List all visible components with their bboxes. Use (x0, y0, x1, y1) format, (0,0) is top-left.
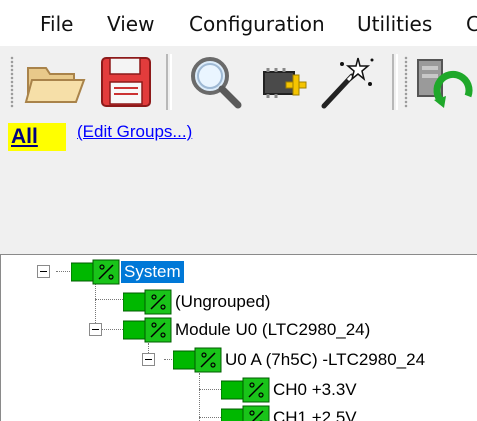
tree-connector (199, 373, 200, 421)
tree-connector (199, 417, 223, 418)
tree-node-system[interactable]: System (121, 261, 184, 283)
menu-bar: File View Configuration Utilities C (0, 0, 477, 46)
add-chip-icon[interactable] (256, 52, 312, 112)
menu-view[interactable]: View (107, 12, 154, 36)
tree-node-ungrouped[interactable]: (Ungrouped) (175, 291, 270, 313)
device-node-icon (173, 347, 222, 373)
menu-utilities[interactable]: Utilities (357, 12, 432, 36)
edit-groups-link[interactable]: (Edit Groups...) (77, 122, 192, 142)
device-node-icon (123, 317, 172, 343)
save-disk-icon[interactable] (96, 52, 158, 112)
expander-device[interactable] (142, 353, 155, 366)
channel-node-icon (221, 405, 270, 421)
toolbar-separator (392, 54, 398, 110)
channel-node-icon (221, 377, 270, 403)
tree-connector (199, 389, 223, 390)
tree-connector (95, 299, 123, 300)
tree-node-ch1[interactable]: CH1 +2.5V (273, 407, 357, 421)
refresh-connect-icon[interactable] (412, 52, 477, 112)
expander-module[interactable] (89, 323, 102, 336)
tree-node-module[interactable]: Module U0 (LTC2980_24) (175, 319, 370, 341)
expander-system[interactable] (37, 265, 50, 278)
device-tree: System (Ungrouped) Module U0 (LTC2980_24… (0, 254, 477, 421)
open-folder-icon[interactable] (22, 52, 92, 112)
tree-node-device[interactable]: U0 A (7h5C) -LTC2980_24 (225, 349, 425, 371)
tree-connector (95, 281, 96, 323)
toolbar-grip[interactable] (404, 56, 408, 108)
toolbar-grip[interactable] (10, 56, 14, 108)
tree-node-ch0[interactable]: CH0 +3.3V (273, 379, 357, 401)
toolbar-separator (166, 54, 172, 110)
magic-wand-icon[interactable] (316, 52, 378, 112)
all-group-button[interactable]: All (8, 123, 66, 151)
menu-configuration[interactable]: Configuration (189, 12, 325, 36)
groups-panel: All (Edit Groups...) (0, 118, 477, 254)
menu-partial[interactable]: C (466, 12, 477, 36)
magnifier-icon[interactable] (184, 52, 248, 112)
device-node-icon (123, 289, 172, 315)
toolbar (0, 46, 477, 118)
menu-file[interactable]: File (40, 12, 73, 36)
